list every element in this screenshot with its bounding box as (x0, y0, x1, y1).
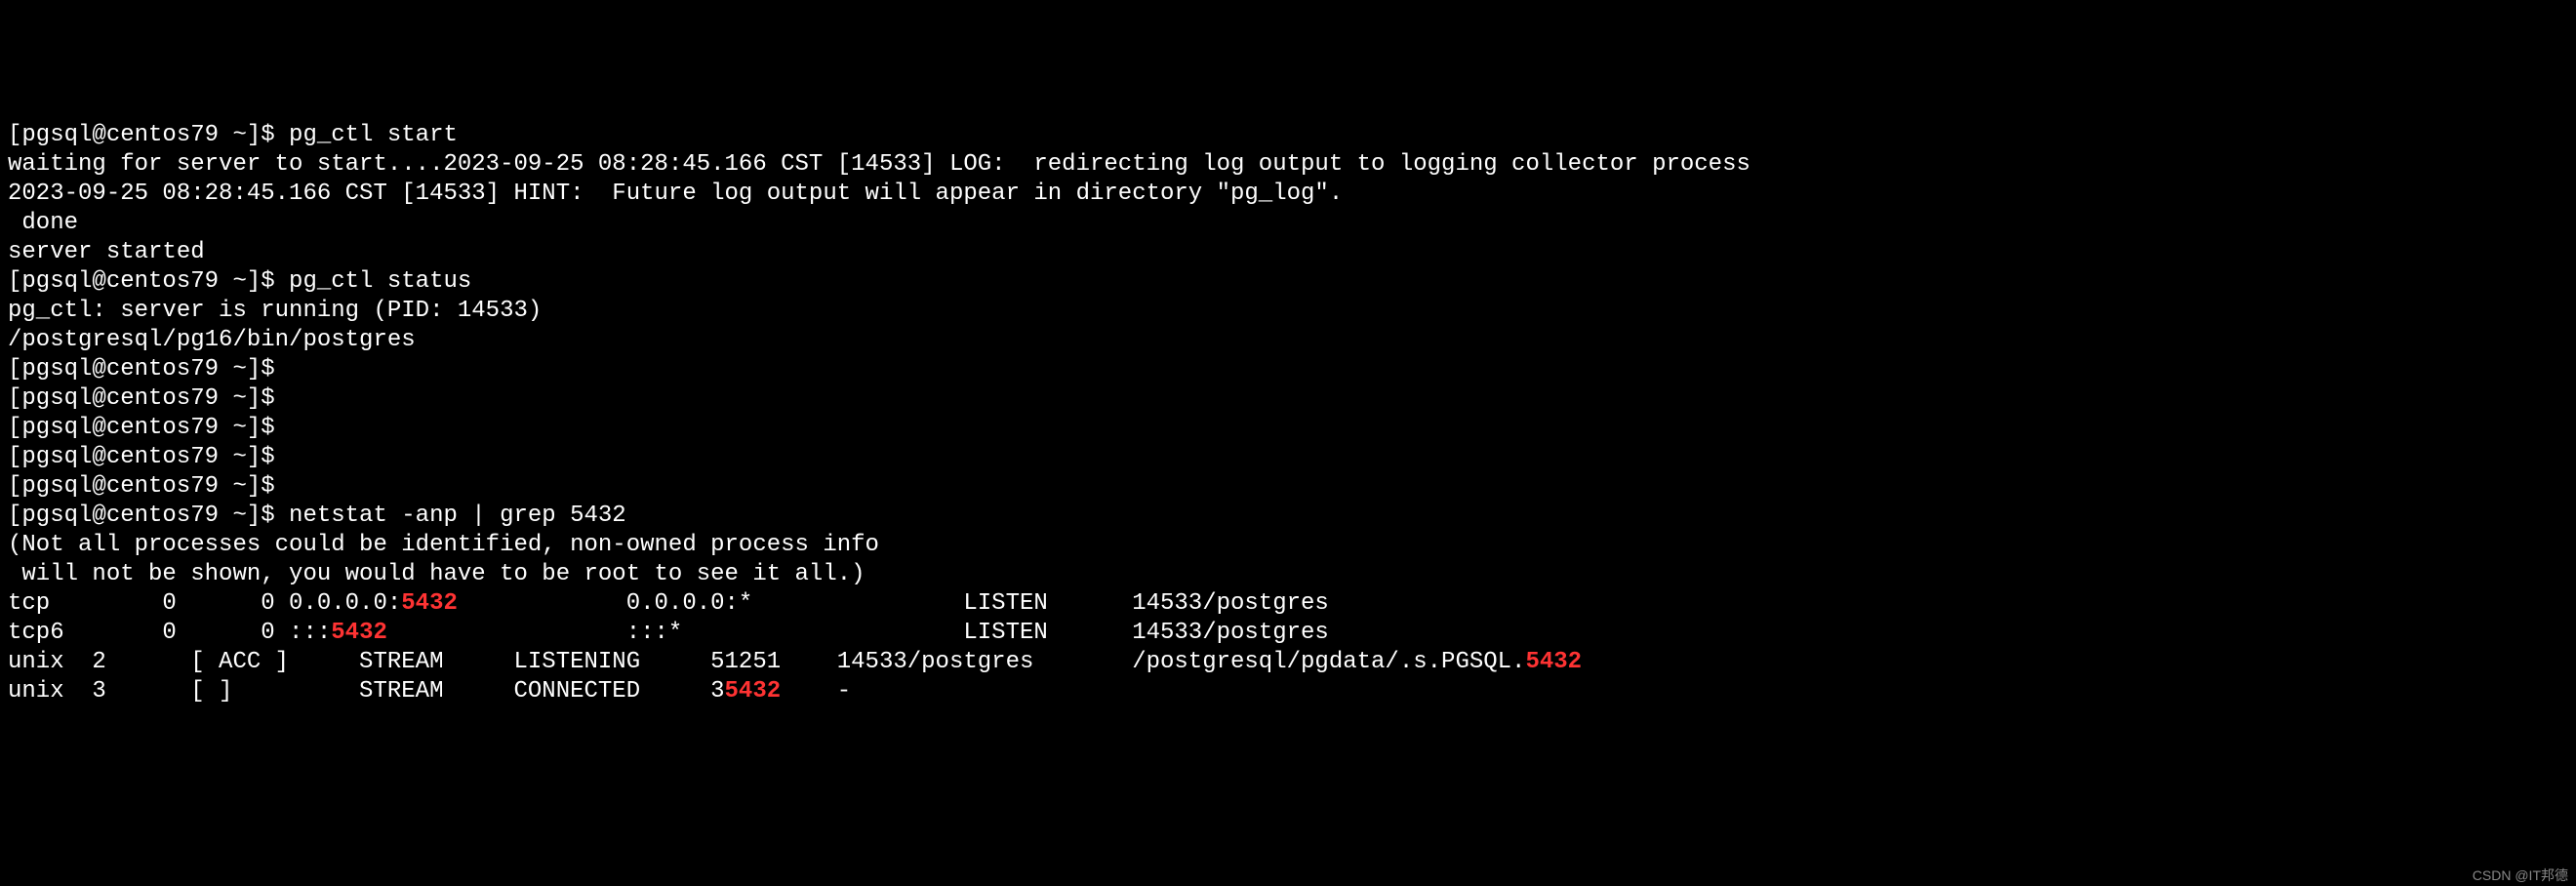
plain-text: unix 2 [ ACC ] STREAM LISTENING 51251 14… (8, 649, 1525, 675)
terminal-line: [pgsql@centos79 ~]$ (8, 384, 2568, 414)
terminal-line: unix 3 [ ] STREAM CONNECTED 35432 - (8, 677, 2568, 706)
plain-text: tcp 0 0 0.0.0.0: (8, 590, 401, 617)
plain-text: waiting for server to start....2023-09-2… (8, 151, 1751, 178)
terminal-line: waiting for server to start....2023-09-2… (8, 150, 2568, 180)
plain-text: done (8, 210, 78, 236)
plain-text: [pgsql@centos79 ~]$ (8, 356, 289, 383)
plain-text: 2023-09-25 08:28:45.166 CST [14533] HINT… (8, 181, 1343, 207)
plain-text: pg_ctl: server is running (PID: 14533) (8, 298, 542, 324)
plain-text: server started (8, 239, 205, 265)
terminal-line: /postgresql/pg16/bin/postgres (8, 326, 2568, 355)
plain-text: 0.0.0.0:* LISTEN 14533/postgres (458, 590, 1329, 617)
plain-text: (Not all processes could be identified, … (8, 532, 879, 558)
terminal-line: server started (8, 238, 2568, 267)
terminal-line: [pgsql@centos79 ~]$ pg_ctl start (8, 121, 2568, 150)
plain-text: tcp6 0 0 ::: (8, 620, 331, 646)
highlight-text: 5432 (331, 620, 387, 646)
terminal-output[interactable]: [pgsql@centos79 ~]$ pg_ctl start waiting … (8, 121, 2568, 706)
terminal-line: 2023-09-25 08:28:45.166 CST [14533] HINT… (8, 180, 2568, 209)
plain-text: [pgsql@centos79 ~]$ netstat -anp | grep … (8, 503, 626, 529)
terminal-line: [pgsql@centos79 ~]$ (8, 355, 2568, 384)
plain-text: /postgresql/pg16/bin/postgres (8, 327, 416, 353)
plain-text: [pgsql@centos79 ~]$ pg_ctl status (8, 268, 471, 295)
highlight-text: 5432 (1525, 649, 1582, 675)
terminal-line: [pgsql@centos79 ~]$ (8, 443, 2568, 472)
terminal-line: done (8, 209, 2568, 238)
terminal-line: [pgsql@centos79 ~]$ pg_ctl status (8, 267, 2568, 297)
highlight-text: 5432 (401, 590, 458, 617)
terminal-line: unix 2 [ ACC ] STREAM LISTENING 51251 14… (8, 648, 2568, 677)
plain-text: [pgsql@centos79 ~]$ (8, 473, 289, 500)
plain-text: [pgsql@centos79 ~]$ (8, 415, 289, 441)
plain-text: :::* LISTEN 14533/postgres (387, 620, 1329, 646)
terminal-line: tcp6 0 0 :::5432 :::* LISTEN 14533/postg… (8, 619, 2568, 648)
terminal-line: [pgsql@centos79 ~]$ (8, 414, 2568, 443)
plain-text: - (781, 678, 851, 705)
watermark-text: CSDN @IT邦德 (2473, 867, 2568, 885)
terminal-line: tcp 0 0 0.0.0.0:5432 0.0.0.0:* LISTEN 14… (8, 589, 2568, 619)
terminal-line: pg_ctl: server is running (PID: 14533) (8, 297, 2568, 326)
terminal-line: (Not all processes could be identified, … (8, 531, 2568, 560)
plain-text: unix 3 [ ] STREAM CONNECTED 3 (8, 678, 725, 705)
plain-text: will not be shown, you would have to be … (8, 561, 865, 587)
plain-text: [pgsql@centos79 ~]$ pg_ctl start (8, 122, 458, 148)
highlight-text: 5432 (725, 678, 782, 705)
plain-text: [pgsql@centos79 ~]$ (8, 444, 289, 470)
terminal-line: will not be shown, you would have to be … (8, 560, 2568, 589)
terminal-line: [pgsql@centos79 ~]$ netstat -anp | grep … (8, 502, 2568, 531)
terminal-line: [pgsql@centos79 ~]$ (8, 472, 2568, 502)
plain-text: [pgsql@centos79 ~]$ (8, 385, 289, 412)
